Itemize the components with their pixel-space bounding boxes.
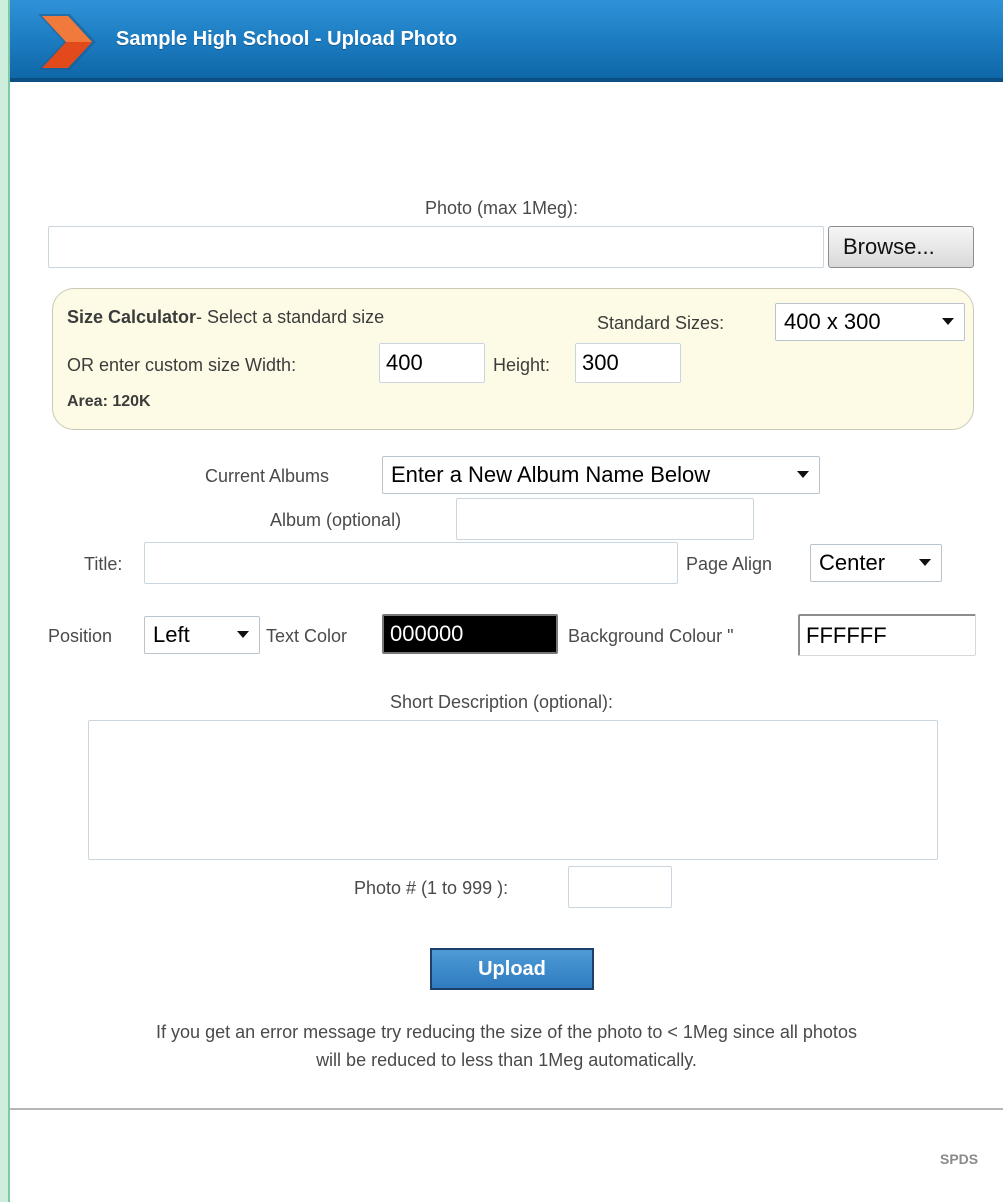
current-albums-label: Current Albums	[205, 466, 330, 486]
photo-number-input[interactable]	[568, 866, 672, 908]
page-align-select[interactable]: Center	[810, 544, 942, 582]
standard-sizes-select[interactable]: 400 x 300	[775, 303, 965, 341]
upload-note-line-1: If you get an error message try reducing…	[156, 1022, 857, 1042]
position-label: Position	[48, 626, 113, 646]
page-title: Sample High School - Upload Photo	[116, 28, 458, 50]
custom-size-width-label: OR enter custom size Width:	[67, 355, 297, 375]
album-input[interactable]	[456, 498, 754, 540]
title-input[interactable]	[144, 542, 678, 584]
browse-button[interactable]: Browse...	[828, 226, 974, 268]
upload-button[interactable]: Upload	[430, 948, 594, 990]
chevron-down-icon	[237, 631, 249, 638]
album-label: Album (optional)	[270, 510, 402, 530]
area-label: Area: 120K	[67, 393, 151, 410]
short-description-textarea[interactable]	[88, 720, 938, 860]
short-description-label: Short Description (optional):	[389, 692, 614, 712]
current-albums-value: Enter a New Album Name Below	[391, 462, 711, 487]
height-input[interactable]	[575, 343, 681, 383]
title-label: Title:	[84, 554, 123, 574]
standard-sizes-label: Standard Sizes:	[597, 313, 725, 333]
left-rail	[0, 0, 10, 1202]
size-calculator-panel: Size Calculator- Select a standard size …	[52, 288, 974, 430]
photo-number-label: Photo # (1 to 999 ):	[354, 878, 509, 898]
size-calculator-title-rest: - Select a standard size	[196, 307, 385, 327]
page-align-value: Center	[819, 550, 886, 575]
current-albums-select[interactable]: Enter a New Album Name Below	[382, 456, 820, 494]
size-calculator-title-bold: Size Calculator	[67, 307, 197, 327]
page-align-label: Page Align	[686, 554, 773, 574]
width-input[interactable]	[379, 343, 485, 383]
chevron-down-icon	[942, 318, 954, 325]
upload-note: If you get an error message try reducing…	[10, 1018, 1003, 1074]
background-colour-input[interactable]	[798, 614, 976, 656]
footer-text: SPDS	[940, 1151, 979, 1167]
header-bar: Sample High School - Upload Photo	[10, 0, 1003, 82]
photo-label: Photo (max 1Meg):	[424, 198, 579, 218]
height-label: Height:	[493, 355, 551, 375]
text-color-label: Text Color	[266, 626, 348, 646]
position-value: Left	[153, 622, 190, 647]
photo-file-input[interactable]	[48, 226, 824, 268]
chevron-down-icon	[919, 559, 931, 566]
upload-note-line-2: will be reduced to less than 1Meg automa…	[316, 1050, 697, 1070]
standard-sizes-value: 400 x 300	[784, 309, 881, 334]
position-select[interactable]: Left	[144, 616, 260, 654]
size-calculator-title: Size Calculator- Select a standard size	[67, 307, 384, 328]
chevron-icon	[38, 14, 96, 70]
chevron-down-icon	[797, 471, 809, 478]
footer-divider	[10, 1108, 1003, 1110]
text-color-input[interactable]	[382, 614, 558, 654]
background-colour-label: Background Colour "	[568, 626, 734, 646]
